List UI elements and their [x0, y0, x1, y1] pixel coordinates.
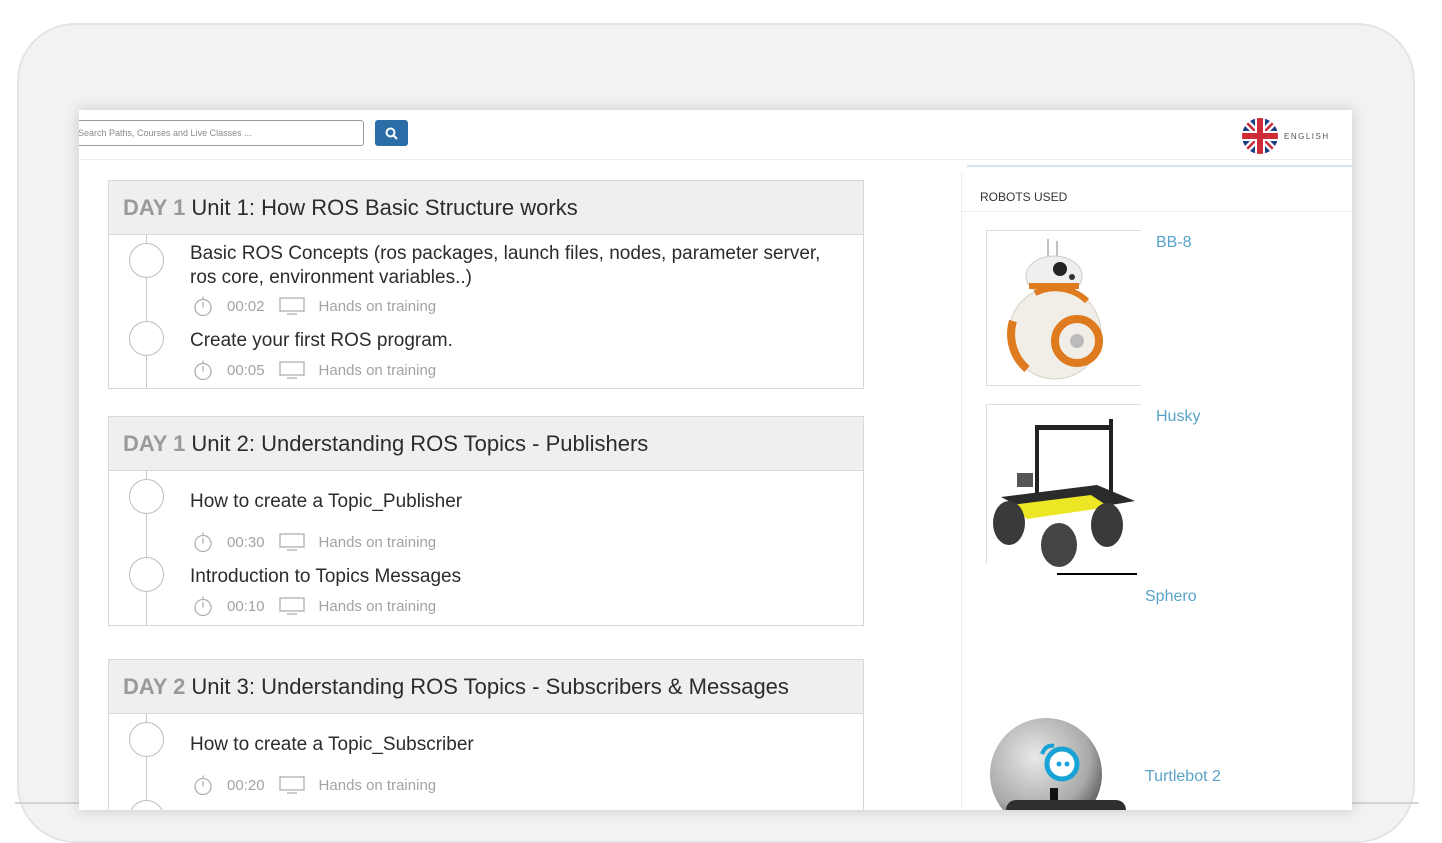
lesson-list: How to create a Topic_Subscriber 00:20 H… — [109, 714, 863, 810]
lesson-title[interactable]: Create your first ROS program. — [190, 329, 830, 353]
lesson-duration: 00:05 — [227, 361, 265, 379]
bb8-robot-image[interactable] — [986, 230, 1141, 386]
lesson-title[interactable]: Introduction to Topics Messages — [190, 565, 830, 589]
stopwatch-icon — [194, 296, 212, 317]
lesson-duration: 00:20 — [227, 776, 265, 794]
lesson-status-circle — [129, 243, 164, 278]
unit-title: Unit 3: Understanding ROS Topics - Subsc… — [191, 673, 789, 699]
stopwatch-icon — [194, 532, 212, 553]
lesson-type: Hands on training — [318, 776, 437, 794]
lesson-meta: 00:02 Hands on training — [193, 295, 436, 317]
robot-name[interactable]: Husky — [1156, 408, 1200, 426]
lesson-list: Basic ROS Concepts (ros packages, launch… — [109, 235, 863, 388]
uk-flag-icon — [1242, 118, 1278, 154]
unit-card: DAY 2 Unit 3: Understanding ROS Topics -… — [108, 659, 864, 810]
husky-robot-image[interactable] — [986, 404, 1141, 575]
unit-day: DAY 1 — [123, 194, 186, 220]
monitor-icon — [278, 597, 305, 615]
unit-card: DAY 1 Unit 1: How ROS Basic Structure wo… — [108, 180, 864, 389]
robots-sidebar: ROBOTS USED BB-8 Husky Sphero Turtlebot … — [961, 172, 1352, 810]
unit-header[interactable]: DAY 1 Unit 2: Understanding ROS Topics -… — [109, 417, 863, 471]
lesson-status-circle — [129, 722, 164, 757]
monitor-icon — [278, 533, 305, 551]
monitor-icon — [278, 297, 305, 315]
stopwatch-icon — [194, 360, 212, 381]
app-screen: ENGLISH DAY 1 Unit 1: How ROS Basic Stru… — [79, 110, 1352, 810]
search-icon — [385, 127, 398, 140]
lesson-title[interactable]: How to create a Topic_Subscriber — [190, 733, 830, 757]
lesson-title[interactable]: How to create a Topic_Publisher — [190, 490, 830, 514]
sidebar-accent-line — [967, 165, 1352, 167]
unit-header[interactable]: DAY 1 Unit 1: How ROS Basic Structure wo… — [109, 181, 863, 235]
lesson-duration: 00:10 — [227, 597, 265, 615]
lesson-duration: 00:02 — [227, 297, 265, 315]
stopwatch-icon — [194, 596, 212, 617]
lesson-duration: 00:30 — [227, 533, 265, 551]
unit-title: Unit 2: Understanding ROS Topics - Publi… — [191, 430, 649, 456]
stopwatch-icon — [194, 775, 212, 796]
lesson-list: How to create a Topic_Publisher 00:30 Ha… — [109, 471, 863, 625]
lesson-status-circle — [129, 479, 164, 514]
robot-name[interactable]: Sphero — [1145, 588, 1197, 606]
turtlebot-robot-image[interactable] — [1006, 782, 1136, 810]
language-label: ENGLISH — [1284, 131, 1330, 141]
search-button[interactable] — [375, 120, 408, 146]
lesson-status-circle — [129, 321, 164, 356]
robot-name[interactable]: BB-8 — [1156, 234, 1192, 252]
lesson-type: Hands on training — [318, 533, 437, 551]
unit-header[interactable]: DAY 2 Unit 3: Understanding ROS Topics -… — [109, 660, 863, 714]
lesson-status-circle — [129, 557, 164, 592]
lesson-meta: 00:20 Hands on training — [193, 774, 436, 796]
lesson-type: Hands on training — [318, 361, 437, 379]
lesson-title[interactable]: Basic ROS Concepts (ros packages, launch… — [190, 242, 830, 290]
unit-card: DAY 1 Unit 2: Understanding ROS Topics -… — [108, 416, 864, 626]
lesson-type: Hands on training — [318, 297, 437, 315]
sidebar-heading: ROBOTS USED — [962, 172, 1352, 212]
language-selector[interactable]: ENGLISH — [1242, 118, 1330, 154]
unit-day: DAY 1 — [123, 430, 186, 456]
lesson-type: Hands on training — [318, 597, 437, 615]
monitor-icon — [278, 361, 305, 379]
lesson-meta: 00:30 Hands on training — [193, 531, 436, 553]
unit-day: DAY 2 — [123, 673, 186, 699]
lesson-status-circle — [129, 800, 164, 810]
lesson-meta: 00:10 Hands on training — [193, 595, 436, 617]
lesson-meta: 00:05 Hands on training — [193, 359, 436, 381]
top-bar: ENGLISH — [79, 110, 1352, 160]
search-input[interactable] — [79, 120, 364, 146]
monitor-icon — [278, 776, 305, 794]
robot-name[interactable]: Turtlebot 2 — [1145, 768, 1221, 786]
unit-title: Unit 1: How ROS Basic Structure works — [191, 194, 578, 220]
